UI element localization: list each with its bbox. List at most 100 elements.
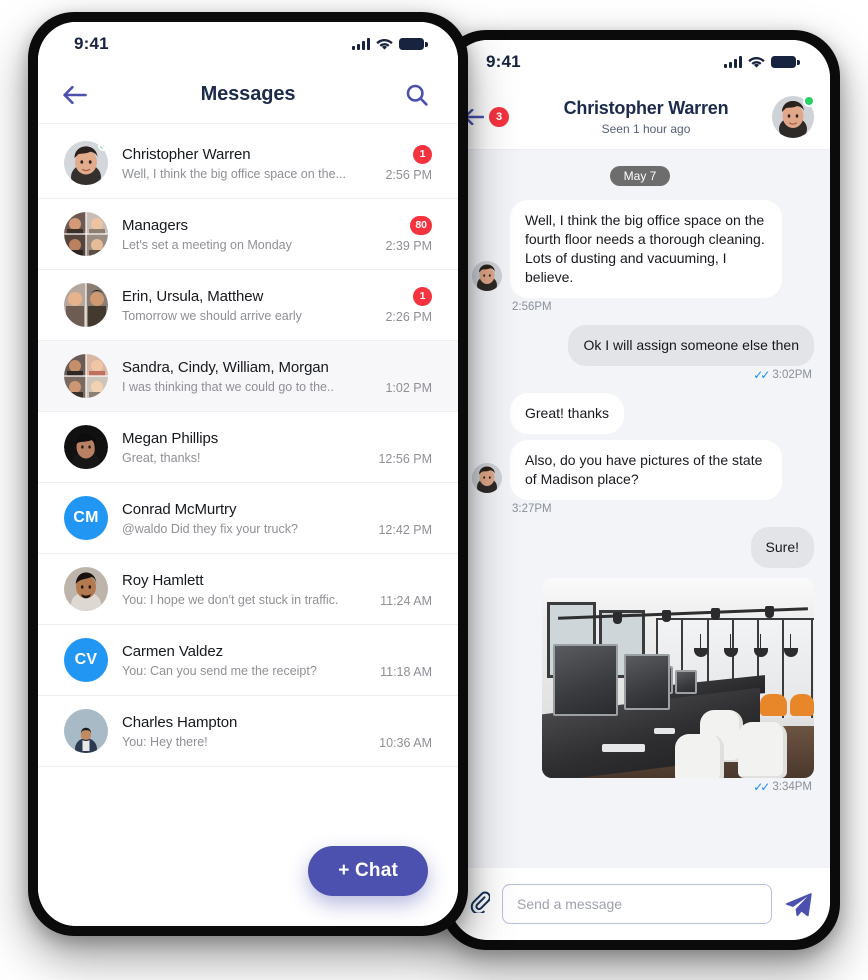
avatar bbox=[64, 709, 108, 753]
conversation-text: Charles Hampton You: Hey there! bbox=[108, 713, 374, 750]
online-status-dot bbox=[803, 95, 815, 107]
person-avatar-icon bbox=[64, 709, 108, 753]
chat-contact-info[interactable]: Christopher Warren Seen 1 hour ago bbox=[520, 97, 772, 136]
avatar-initials: CV bbox=[64, 638, 108, 682]
timestamp-text: 3:34PM bbox=[772, 781, 812, 793]
conversation-item[interactable]: Megan Phillips Great, thanks! 12:56 PM bbox=[38, 412, 458, 483]
conversation-time: 12:56 PM bbox=[378, 452, 432, 466]
search-button[interactable] bbox=[402, 80, 432, 110]
message-bubble-outgoing[interactable]: Sure! bbox=[751, 527, 814, 568]
message-avatar bbox=[472, 261, 502, 291]
chat-contact-status: Seen 1 hour ago bbox=[524, 122, 768, 136]
status-time: 9:41 bbox=[74, 34, 109, 54]
avatar bbox=[64, 141, 108, 185]
paperclip-icon[interactable] bbox=[470, 891, 490, 918]
conversation-time: 2:39 PM bbox=[385, 239, 432, 253]
conversation-item[interactable]: CV Carmen Valdez You: Can you send me th… bbox=[38, 625, 458, 696]
conversation-list[interactable]: Christopher Warren Well, I think the big… bbox=[38, 124, 458, 926]
conversation-text: Megan Phillips Great, thanks! bbox=[108, 429, 374, 466]
wifi-icon bbox=[376, 38, 393, 51]
message-bubble-outgoing[interactable]: Ok I will assign someone else then bbox=[568, 325, 814, 366]
unread-badge: 1 bbox=[413, 145, 432, 164]
conversation-item[interactable]: Sandra, Cindy, William, Morgan I was thi… bbox=[38, 341, 458, 412]
read-receipt-icon: ✓✓ bbox=[753, 369, 767, 381]
messages-status-bar: 9:41 bbox=[38, 22, 458, 66]
day-separator: May 7 bbox=[610, 166, 671, 186]
message-timestamp: ✓✓ 3:34PM bbox=[468, 781, 812, 793]
chat-status-bar: 9:41 bbox=[450, 40, 830, 84]
signal-bars-icon bbox=[724, 56, 742, 68]
new-chat-button[interactable]: + Chat bbox=[308, 846, 428, 896]
conversation-meta: 80 2:39 PM bbox=[374, 216, 432, 253]
messages-phone-frame: 9:41 bbox=[28, 12, 468, 936]
send-icon[interactable] bbox=[784, 891, 812, 917]
message-timestamp: 3:27PM bbox=[512, 503, 814, 515]
conversation-time: 2:26 PM bbox=[385, 310, 432, 324]
chat-back-badge: 3 bbox=[489, 107, 509, 127]
conversation-meta: 1:02 PM bbox=[374, 358, 432, 395]
group-avatar-icon bbox=[64, 354, 108, 398]
conversation-preview: You: Can you send me the receipt? bbox=[122, 663, 366, 679]
unread-badge: 80 bbox=[410, 216, 432, 235]
status-time: 9:41 bbox=[486, 52, 521, 72]
conversation-name: Erin, Ursula, Matthew bbox=[122, 287, 366, 306]
chat-contact-avatar[interactable] bbox=[772, 96, 814, 138]
conversation-meta: 1 2:26 PM bbox=[374, 287, 432, 324]
chat-header: 3 Christopher Warren Seen 1 hour ago bbox=[450, 84, 830, 150]
avatar bbox=[64, 567, 108, 611]
avatar bbox=[64, 425, 108, 469]
message-bubble-incoming[interactable]: Also, do you have pictures of the state … bbox=[510, 440, 782, 500]
back-arrow-icon bbox=[63, 86, 87, 104]
message-bubble-incoming[interactable]: Great! thanks bbox=[510, 393, 624, 434]
conversation-time: 11:18 AM bbox=[380, 665, 432, 679]
conversation-meta: 10:36 AM bbox=[374, 713, 432, 750]
wifi-icon bbox=[748, 56, 765, 69]
conversation-text: Roy Hamlett You: I hope we don't get stu… bbox=[108, 571, 374, 608]
conversation-item[interactable]: CM Conrad McMurtry @waldo Did they fix y… bbox=[38, 483, 458, 554]
conversation-text: Christopher Warren Well, I think the big… bbox=[108, 145, 374, 182]
read-receipt-icon: ✓✓ bbox=[753, 781, 767, 793]
conversation-item[interactable]: Christopher Warren Well, I think the big… bbox=[38, 128, 458, 199]
conversation-time: 1:02 PM bbox=[385, 381, 432, 395]
conversation-meta: 1 2:56 PM bbox=[374, 145, 432, 182]
message-row: Sure! bbox=[466, 527, 814, 568]
messages-phone-screen: 9:41 bbox=[38, 22, 458, 926]
conversation-time: 11:24 AM bbox=[380, 594, 432, 608]
group-avatar-icon bbox=[64, 212, 108, 256]
message-input[interactable]: Send a message bbox=[502, 884, 772, 924]
avatar-initials-text: CV bbox=[75, 651, 98, 669]
conversation-preview: @waldo Did they fix your truck? bbox=[122, 521, 366, 537]
person-avatar-icon bbox=[64, 425, 108, 469]
conversation-item[interactable]: Erin, Ursula, Matthew Tomorrow we should… bbox=[38, 270, 458, 341]
group-avatar-icon bbox=[64, 283, 108, 327]
status-icons bbox=[724, 56, 796, 69]
conversation-preview: You: Hey there! bbox=[122, 734, 366, 750]
chat-back-button[interactable]: 3 bbox=[464, 107, 520, 127]
timestamp-text: 3:02PM bbox=[772, 369, 812, 381]
message-row: Also, do you have pictures of the state … bbox=[510, 440, 814, 500]
avatar-initials: CM bbox=[64, 496, 108, 540]
search-icon bbox=[405, 83, 429, 107]
messages-back-button[interactable] bbox=[60, 80, 90, 110]
battery-icon bbox=[771, 56, 796, 68]
message-row-image bbox=[466, 578, 814, 778]
conversation-item[interactable]: Managers Let's set a meeting on Monday 8… bbox=[38, 199, 458, 270]
online-status-dot bbox=[98, 141, 108, 151]
conversation-item[interactable]: Roy Hamlett You: I hope we don't get stu… bbox=[38, 554, 458, 625]
conversation-item[interactable]: Charles Hampton You: Hey there! 10:36 AM bbox=[38, 696, 458, 767]
conversation-name: Carmen Valdez bbox=[122, 642, 366, 661]
conversation-time: 2:56 PM bbox=[385, 168, 432, 182]
conversation-preview: I was thinking that we could go to the.. bbox=[122, 379, 366, 395]
message-bubble-image[interactable] bbox=[542, 578, 814, 778]
message-avatar bbox=[472, 463, 502, 493]
status-icons bbox=[352, 38, 424, 51]
message-bubble-incoming[interactable]: Well, I think the big office space on th… bbox=[510, 200, 782, 298]
chat-contact-name: Christopher Warren bbox=[524, 97, 768, 119]
message-group-incoming-1: Well, I think the big office space on th… bbox=[466, 200, 814, 313]
conversation-name: Sandra, Cindy, William, Morgan bbox=[122, 358, 366, 377]
avatar-group bbox=[64, 212, 108, 256]
conversation-text: Sandra, Cindy, William, Morgan I was thi… bbox=[108, 358, 374, 395]
messages-header: Messages bbox=[38, 66, 458, 124]
chat-message-list[interactable]: May 7 Well, I think bbox=[450, 150, 830, 868]
message-timestamp: 2:56PM bbox=[512, 301, 814, 313]
